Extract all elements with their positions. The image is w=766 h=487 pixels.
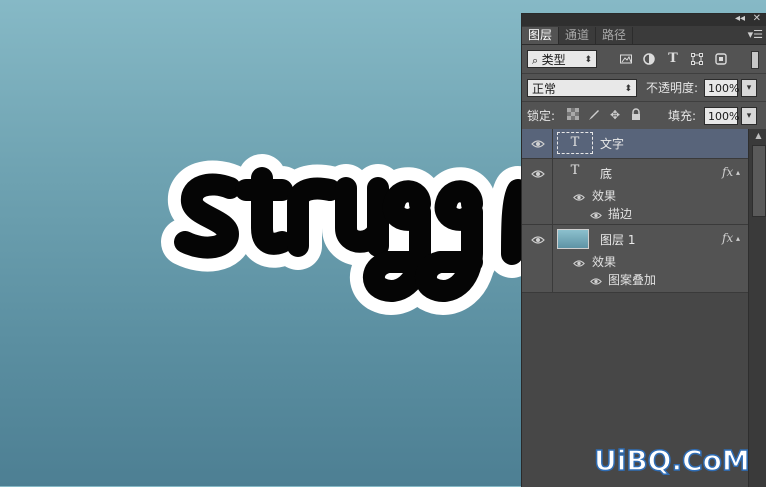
type-filter-icon[interactable]: T bbox=[666, 52, 680, 66]
layer-name[interactable]: 图层 1 bbox=[600, 232, 635, 248]
effect-pattern-overlay[interactable]: 图案叠加 bbox=[608, 272, 656, 288]
eye-icon[interactable] bbox=[531, 139, 545, 149]
fill-label: 填充: bbox=[668, 109, 697, 123]
tab-paths[interactable]: 路径 bbox=[596, 27, 634, 44]
text-layer-thumbnail-icon: T bbox=[570, 163, 580, 178]
panel-tabs: 图层 通道 路径 ▾☰ bbox=[522, 26, 766, 45]
layer-filter-bar: ⌕ 类型 ⬍ T bbox=[522, 45, 766, 74]
fx-icon[interactable]: fx bbox=[722, 165, 733, 179]
eye-icon[interactable] bbox=[573, 259, 585, 268]
opacity-label: 不透明度: bbox=[646, 81, 699, 95]
scroll-up-icon[interactable]: ▲ bbox=[749, 129, 766, 143]
visibility-column bbox=[522, 159, 553, 224]
expand-effects-icon[interactable]: ▴ bbox=[736, 234, 740, 243]
collapse-panel-icon[interactable]: ◂◂ bbox=[735, 13, 745, 24]
layer-row-base[interactable]: T 底 fx ▴ 效果 描边 bbox=[522, 159, 748, 225]
image-filter-icon[interactable] bbox=[619, 52, 633, 66]
lock-all-icon[interactable] bbox=[629, 108, 643, 122]
eye-icon[interactable] bbox=[573, 193, 585, 202]
eye-icon[interactable] bbox=[590, 211, 602, 220]
site-watermark: UiBQ.CoM bbox=[593, 443, 750, 478]
eye-icon[interactable] bbox=[590, 277, 602, 286]
effect-stroke[interactable]: 描边 bbox=[608, 206, 632, 222]
close-panel-icon[interactable]: ✕ bbox=[753, 13, 761, 24]
updown-arrows-icon: ⬍ bbox=[584, 55, 592, 65]
visibility-column bbox=[522, 225, 553, 292]
updown-arrows-icon: ⬍ bbox=[624, 84, 632, 94]
filter-kind-select[interactable]: ⌕ 类型 ⬍ bbox=[527, 50, 597, 68]
effects-label: 效果 bbox=[592, 255, 617, 269]
layer-row-text[interactable]: T 文字 bbox=[522, 129, 748, 159]
tab-layers[interactable]: 图层 bbox=[522, 27, 560, 44]
eye-icon[interactable] bbox=[531, 169, 545, 179]
visibility-column bbox=[522, 129, 553, 158]
chevron-down-icon: ▾ bbox=[746, 111, 752, 121]
blend-mode-value: 正常 bbox=[532, 82, 557, 96]
filter-toggle-switch[interactable] bbox=[751, 51, 759, 69]
layers-scrollbar[interactable]: ▲ bbox=[748, 129, 766, 487]
panel-menu-icon[interactable]: ▾☰ bbox=[748, 28, 763, 41]
lock-paint-icon[interactable] bbox=[587, 108, 601, 122]
filter-kind-label: 类型 bbox=[541, 53, 566, 67]
adjustment-filter-icon[interactable] bbox=[642, 52, 656, 66]
layers-list: T 文字 T 底 fx ▴ 效果 描边 图层 1 fx ▴ 效果 图案叠加 bbox=[522, 129, 748, 487]
chevron-down-icon: ▾ bbox=[746, 83, 752, 93]
layer-name[interactable]: 底 bbox=[600, 166, 612, 182]
search-icon: ⌕ bbox=[532, 54, 542, 67]
fill-dropdown-button[interactable]: ▾ bbox=[741, 107, 757, 125]
tab-channels[interactable]: 通道 bbox=[559, 27, 597, 44]
eye-icon[interactable] bbox=[531, 235, 545, 245]
text-layer-thumbnail-icon: T bbox=[557, 132, 593, 154]
opacity-input[interactable]: 100% bbox=[704, 79, 739, 97]
lock-row: 锁定: ✥ 填充: 100% ▾ bbox=[522, 102, 766, 130]
layer-row-layer1[interactable]: 图层 1 fx ▴ 效果 图案叠加 bbox=[522, 225, 748, 293]
lock-transparent-icon[interactable] bbox=[566, 108, 580, 122]
smart-object-filter-icon[interactable] bbox=[714, 52, 728, 66]
expand-effects-icon[interactable]: ▴ bbox=[736, 168, 740, 177]
layer-name[interactable]: 文字 bbox=[600, 136, 624, 152]
shape-filter-icon[interactable] bbox=[690, 52, 704, 66]
layer-thumbnail bbox=[557, 229, 589, 249]
lock-move-icon[interactable]: ✥ bbox=[608, 108, 622, 122]
fill-input[interactable]: 100% bbox=[704, 107, 739, 125]
lock-label: 锁定: bbox=[527, 109, 556, 123]
opacity-dropdown-button[interactable]: ▾ bbox=[741, 79, 757, 97]
effects-label: 效果 bbox=[592, 189, 617, 203]
blend-row: 正常 ⬍ 不透明度: 100% ▾ bbox=[522, 74, 766, 102]
layers-panel: ◂◂ ✕ 图层 通道 路径 ▾☰ ⌕ 类型 ⬍ T 正常 ⬍ 不透明度: 100… bbox=[521, 13, 766, 487]
scroll-thumb[interactable] bbox=[752, 145, 766, 217]
fx-icon[interactable]: fx bbox=[722, 231, 733, 245]
panel-title-bar[interactable]: ◂◂ ✕ bbox=[522, 13, 766, 26]
blend-mode-select[interactable]: 正常 ⬍ bbox=[527, 79, 637, 97]
